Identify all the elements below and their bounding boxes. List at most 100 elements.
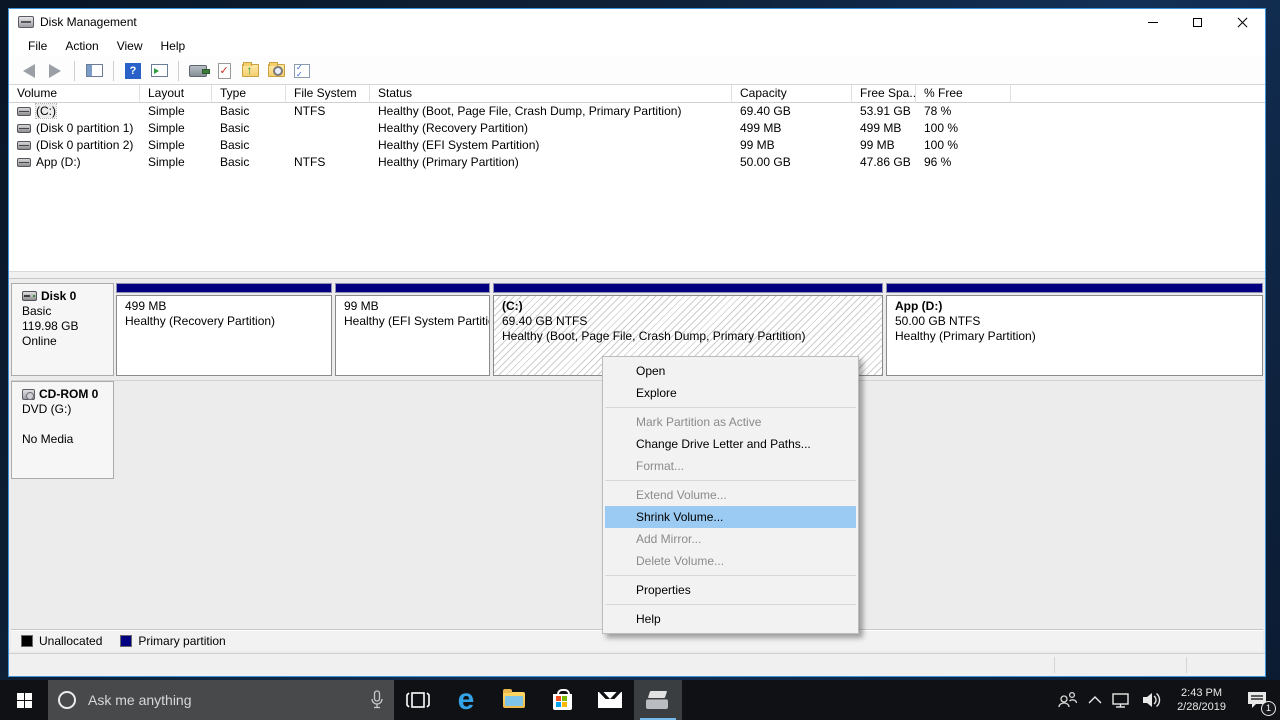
menu-separator (605, 575, 856, 576)
refresh-button[interactable] (214, 61, 234, 81)
taskbar-clock[interactable]: 2:43 PM 2/28/2019 (1171, 686, 1232, 714)
column-header-status[interactable]: Status (370, 85, 732, 103)
close-icon (1237, 17, 1248, 28)
menu-item-properties[interactable]: Properties (603, 579, 858, 601)
menu-item-delete-volume: Delete Volume... (603, 550, 858, 572)
menu-item-explore[interactable]: Explore (603, 382, 858, 404)
partition-color-bar (493, 283, 883, 293)
up-level-button[interactable] (240, 61, 260, 81)
console-tree-button[interactable] (84, 61, 104, 81)
disk-name: Disk 0 (41, 289, 76, 303)
menu-separator (605, 407, 856, 408)
volume-pct-free: 96 % (916, 154, 1011, 171)
volume-icon (17, 158, 31, 167)
menu-separator (605, 480, 856, 481)
partition-recovery[interactable]: 499 MB Healthy (Recovery Partition) (116, 283, 332, 376)
partition-color-bar (116, 283, 332, 293)
browse-button[interactable] (266, 61, 286, 81)
volume-icon (17, 107, 31, 116)
volume-free: 53.91 GB (852, 103, 916, 120)
menu-file[interactable]: File (19, 36, 56, 56)
partition-status: Healthy (Boot, Page File, Crash Dump, Pr… (502, 329, 874, 344)
cdrom-header[interactable]: CD-ROM 0 DVD (G:) No Media (11, 381, 114, 479)
volume-icon[interactable] (1141, 691, 1163, 709)
disk-state: Online (22, 334, 113, 349)
table-row[interactable]: (C:) Simple Basic NTFS Healthy (Boot, Pa… (9, 103, 1265, 120)
volume-capacity: 69.40 GB (732, 103, 852, 120)
partition-label: App (D:) (895, 299, 1254, 314)
menu-item-help[interactable]: Help (603, 608, 858, 630)
column-header-pct-free[interactable]: % Free (916, 85, 1011, 103)
volume-pct-free: 100 % (916, 120, 1011, 137)
forward-arrow-icon (49, 64, 61, 78)
minimize-button[interactable] (1130, 9, 1175, 35)
volume-capacity: 50.00 GB (732, 154, 852, 171)
microphone-icon[interactable] (370, 690, 384, 710)
column-header-capacity[interactable]: Capacity (732, 85, 852, 103)
disk-management-icon (18, 16, 34, 28)
table-row[interactable]: (Disk 0 partition 1) Simple Basic Health… (9, 120, 1265, 137)
menu-item-open[interactable]: Open (603, 360, 858, 382)
partition-efi[interactable]: 99 MB Healthy (EFI System Partitio (335, 283, 490, 376)
volume-capacity: 99 MB (732, 137, 852, 154)
disk-icon (22, 291, 37, 301)
disk-management-taskbar-icon (646, 691, 670, 709)
column-header-free-space[interactable]: Free Spa... (852, 85, 916, 103)
task-view-button[interactable] (394, 680, 442, 720)
taskbar-file-explorer-button[interactable] (490, 680, 538, 720)
unallocated-swatch (21, 635, 33, 647)
volume-type: Basic (212, 154, 286, 171)
action-pane-button[interactable] (149, 61, 169, 81)
close-button[interactable] (1220, 9, 1265, 35)
chevron-up-icon[interactable] (1087, 695, 1103, 705)
title-bar[interactable]: Disk Management (9, 9, 1265, 35)
legend-primary-partition: Primary partition (120, 634, 225, 648)
disk-kind: Basic (22, 304, 113, 319)
action-pane-icon (151, 64, 168, 77)
column-header-file-system[interactable]: File System (286, 85, 370, 103)
table-row[interactable]: App (D:) Simple Basic NTFS Healthy (Prim… (9, 154, 1265, 171)
column-header-layout[interactable]: Layout (140, 85, 212, 103)
taskbar-mail-button[interactable] (586, 680, 634, 720)
taskbar-disk-management-button[interactable] (634, 680, 682, 720)
forward-button[interactable] (45, 61, 65, 81)
pane-splitter[interactable] (9, 271, 1265, 279)
table-row[interactable]: (Disk 0 partition 2) Simple Basic Health… (9, 137, 1265, 154)
menu-help[interactable]: Help (152, 36, 195, 56)
back-arrow-icon (23, 64, 35, 78)
partition-app-d[interactable]: App (D:) 50.00 GB NTFS Healthy (Primary … (886, 283, 1263, 376)
column-header-type[interactable]: Type (212, 85, 286, 103)
edge-icon: e (458, 687, 475, 713)
disk0-header[interactable]: Disk 0 Basic 119.98 GB Online (11, 283, 114, 376)
start-button[interactable] (0, 680, 48, 720)
menu-item-add-mirror: Add Mirror... (603, 528, 858, 550)
menu-item-change-drive-letter[interactable]: Change Drive Letter and Paths... (603, 433, 858, 455)
menu-view[interactable]: View (108, 36, 152, 56)
back-button[interactable] (19, 61, 39, 81)
legend-unallocated: Unallocated (21, 634, 102, 648)
maximize-button[interactable] (1175, 9, 1220, 35)
taskbar-store-button[interactable] (538, 680, 586, 720)
menu-action[interactable]: Action (56, 36, 107, 56)
volume-free: 47.86 GB (852, 154, 916, 171)
people-icon[interactable] (1057, 691, 1079, 709)
folder-up-icon (242, 64, 259, 77)
action-center-button[interactable]: 1 (1240, 685, 1274, 715)
properties-button[interactable] (292, 61, 312, 81)
toolbar: ? (9, 57, 1265, 85)
volume-layout: Simple (140, 120, 212, 137)
taskbar-edge-button[interactable]: e (442, 680, 490, 720)
toolbar-separator (178, 61, 179, 81)
network-icon[interactable] (1111, 691, 1133, 709)
column-header-volume[interactable]: Volume (9, 85, 140, 103)
search-input[interactable]: Ask me anything (48, 680, 394, 720)
menu-item-format: Format... (603, 455, 858, 477)
partition-size: 69.40 GB NTFS (502, 314, 874, 329)
help-button[interactable]: ? (123, 61, 143, 81)
volume-list-header: Volume Layout Type File System Status Ca… (9, 85, 1265, 103)
volume-layout: Simple (140, 137, 212, 154)
partition-color-bar (886, 283, 1263, 293)
volume-name: (Disk 0 partition 2) (36, 138, 133, 152)
rescan-disks-button[interactable] (188, 61, 208, 81)
menu-item-shrink-volume[interactable]: Shrink Volume... (605, 506, 856, 528)
